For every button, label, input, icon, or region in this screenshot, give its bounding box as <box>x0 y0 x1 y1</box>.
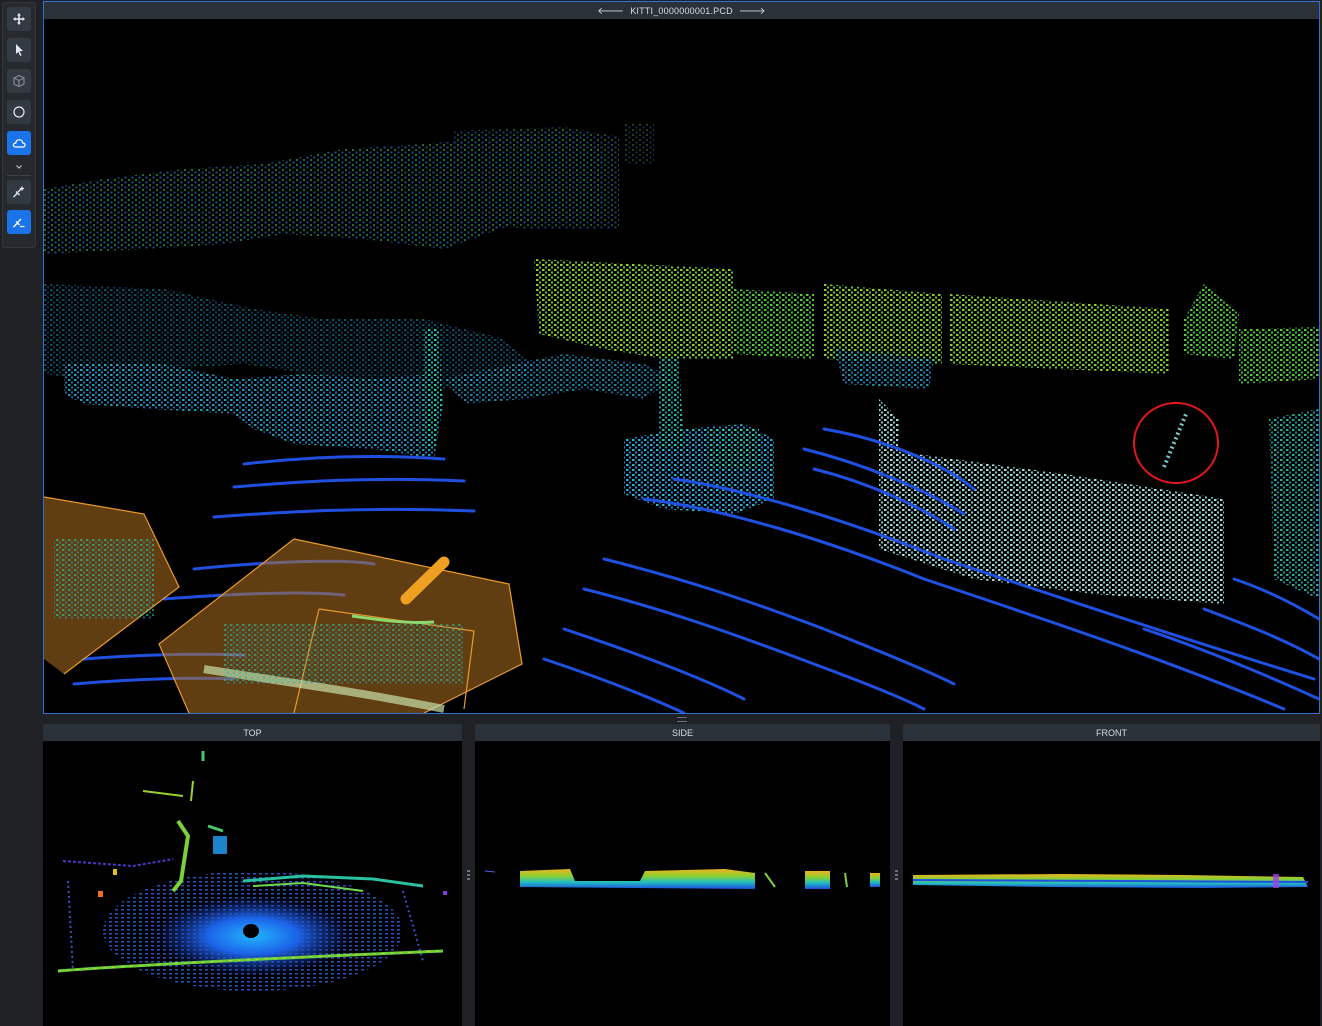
brush-remove-icon <box>13 218 25 228</box>
side-view-title: SIDE <box>475 724 890 741</box>
background-points <box>44 124 654 389</box>
circle-tool-button[interactable] <box>7 100 31 124</box>
side-view-canvas[interactable] <box>475 741 890 1026</box>
select-tool-button[interactable] <box>7 38 31 62</box>
cuboid-annotation-center[interactable] <box>158 538 523 713</box>
tool-panel <box>2 2 36 248</box>
viewport-header: 🡐 KITTI_0000000001.PCD 🡒 <box>44 2 1319 19</box>
chevron-down-icon[interactable] <box>15 163 23 171</box>
top-view-panel[interactable]: TOP <box>43 724 462 1026</box>
move-icon <box>13 13 25 25</box>
move-tool-button[interactable] <box>7 7 31 31</box>
horizontal-splitter[interactable] <box>43 714 1320 724</box>
cuboid-tool-button[interactable] <box>7 69 31 93</box>
point-cloud-canvas[interactable] <box>44 19 1319 713</box>
top-side-splitter[interactable] <box>467 870 470 880</box>
file-name: KITTI_0000000001.PCD <box>630 5 733 16</box>
circled-object-points <box>1162 413 1188 468</box>
cloud-icon <box>12 139 26 148</box>
side-front-splitter[interactable] <box>895 870 898 880</box>
previous-file-arrow[interactable]: 🡐 <box>597 5 624 17</box>
select-pointer-icon <box>16 44 23 56</box>
front-view-title: FRONT <box>903 724 1320 741</box>
perspective-viewport[interactable]: 🡐 KITTI_0000000001.PCD 🡒 <box>43 1 1320 714</box>
side-view-panel[interactable]: SIDE <box>475 724 890 1026</box>
splitter-grip-icon <box>676 716 687 722</box>
top-view-canvas[interactable] <box>43 741 462 1026</box>
point-cloud-tool-button[interactable] <box>7 131 31 155</box>
brush-add-button[interactable] <box>7 180 31 204</box>
cube-icon <box>13 74 25 88</box>
brush-add-icon <box>13 186 24 198</box>
top-view-title: TOP <box>43 724 462 741</box>
next-file-arrow[interactable]: 🡒 <box>739 5 766 17</box>
cuboid-annotation-left[interactable] <box>44 496 180 675</box>
brush-remove-button[interactable] <box>7 210 31 234</box>
circle-icon <box>13 106 25 118</box>
toolbar-divider <box>7 175 31 176</box>
front-view-canvas[interactable] <box>903 741 1320 1026</box>
front-view-panel[interactable]: FRONT <box>903 724 1320 1026</box>
